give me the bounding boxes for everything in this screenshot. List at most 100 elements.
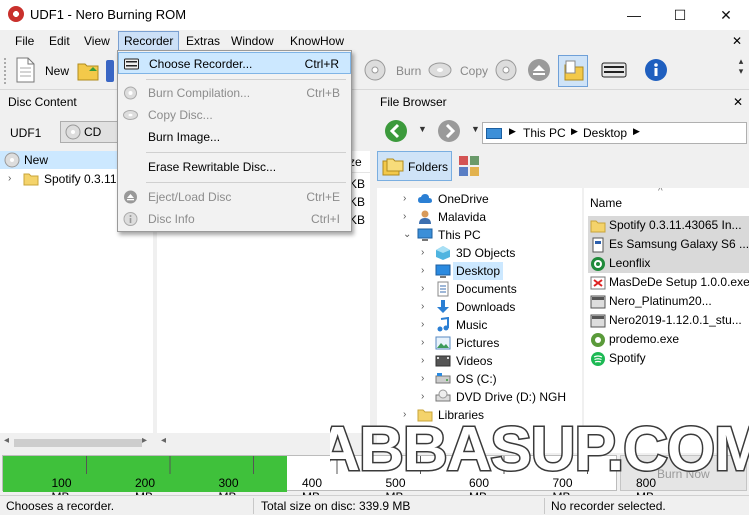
pictures-icon <box>435 336 451 350</box>
menu-edit[interactable]: Edit <box>44 33 75 50</box>
scroll-left-icon[interactable]: ◂ <box>4 435 9 446</box>
folder-tree-item[interactable]: › OneDrive <box>377 190 582 208</box>
chevron-right-icon[interactable]: › <box>421 370 431 388</box>
menu-burn-image[interactable]: Burn Image... <box>118 126 351 148</box>
menu-knowhow[interactable]: KnowHow <box>285 33 349 50</box>
folder-tree-item[interactable]: › Desktop <box>377 262 582 280</box>
folder-icon <box>23 173 39 186</box>
scroll-thumb[interactable] <box>14 439 142 447</box>
choose-recorder-icon[interactable] <box>601 61 627 79</box>
file-list-label: Nero2019-1.12.0.1_stu... <box>609 313 742 327</box>
folder-tree-label: 3D Objects <box>456 246 516 260</box>
status-recorder: No recorder selected. <box>551 499 666 513</box>
address-bar[interactable]: ▶ This PC ▶ Desktop ▶ <box>482 122 747 144</box>
folder-icon <box>590 220 606 233</box>
scroll-left-icon[interactable]: ◂ <box>161 435 166 446</box>
breadcrumb-desktop[interactable]: Desktop <box>583 126 627 140</box>
file-list-item[interactable]: Nero_Platinum20... <box>588 292 749 311</box>
folder-tree-label: Videos <box>456 354 493 368</box>
menu-window[interactable]: Window <box>226 33 279 50</box>
file-list-item[interactable]: Nero2019-1.12.0.1_stu... <box>588 311 749 330</box>
chevron-right-icon[interactable]: › <box>403 190 413 208</box>
open-folder-icon[interactable] <box>76 58 100 82</box>
file-list-item[interactable]: MasDeDe Setup 1.0.0.exe <box>588 273 749 292</box>
folder-tree-item[interactable]: › Documents <box>377 280 582 298</box>
folder-tree-item[interactable]: › Music <box>377 316 582 334</box>
toolbar-overflow-icon[interactable]: ▴ ▾ <box>735 56 747 86</box>
breadcrumb-this-pc[interactable]: This PC <box>523 126 566 140</box>
save-icon[interactable] <box>106 60 114 82</box>
menu-copy-disc[interactable]: Copy Disc... <box>118 104 351 126</box>
folder-tree-item[interactable]: › OS (C:) <box>377 370 582 388</box>
menu-view[interactable]: View <box>79 33 115 50</box>
file-list-label: Nero_Platinum20... <box>609 294 712 308</box>
chevron-right-icon[interactable]: › <box>8 170 18 188</box>
folder-tree-item[interactable]: › 3D Objects <box>377 244 582 262</box>
menu-eject-load[interactable]: Eject/Load Disc Ctrl+E <box>118 186 351 208</box>
forward-arrow-icon[interactable] <box>437 119 461 143</box>
chevron-right-icon[interactable]: › <box>421 352 431 370</box>
back-arrow-icon[interactable] <box>384 119 408 143</box>
chevron-right-icon[interactable]: › <box>421 280 431 298</box>
documents-icon <box>437 281 449 297</box>
menu-file[interactable]: File <box>10 33 39 50</box>
folder-tree-item[interactable]: › Downloads <box>377 298 582 316</box>
forward-dropdown-icon[interactable]: ▼ <box>471 124 480 134</box>
file-list-label: MasDeDe Setup 1.0.0.exe <box>609 275 749 289</box>
file-list-item[interactable]: Es Samsung Galaxy S6 ... <box>588 235 749 254</box>
watermark: ABBASUP.COM <box>314 402 749 492</box>
chevron-down-icon[interactable]: ⌄ <box>403 226 413 244</box>
nero-setup-icon <box>590 314 606 328</box>
file-list-item[interactable]: Spotify <box>588 349 749 368</box>
file-list-label: Spotify 0.3.11.43065 In... <box>609 218 742 232</box>
close-panel-icon[interactable]: ✕ <box>733 91 743 113</box>
close-window-button[interactable]: ✕ <box>703 0 749 30</box>
chevron-right-icon[interactable]: › <box>421 262 431 280</box>
folders-view-button[interactable]: Folders <box>377 151 452 181</box>
menu-burn-compilation[interactable]: Burn Compilation... Ctrl+B <box>118 82 351 104</box>
svg-text:ABBASUP.COM: ABBASUP.COM <box>330 415 749 484</box>
history-dropdown-icon[interactable]: ▼ <box>418 124 427 134</box>
menu-extras[interactable]: Extras <box>181 33 225 50</box>
chevron-right-icon[interactable]: › <box>421 244 431 262</box>
mdi-close-icon[interactable]: ✕ <box>727 33 747 50</box>
name-column-header[interactable]: Name <box>590 196 622 210</box>
new-button[interactable]: New <box>45 64 69 78</box>
chevron-right-icon[interactable]: › <box>421 298 431 316</box>
chevron-right-icon[interactable]: › <box>403 208 413 226</box>
disc-tree-hscroll[interactable]: ◂ ▸ <box>0 433 153 453</box>
menu-separator <box>146 152 346 153</box>
file-list-item[interactable]: prodemo.exe <box>588 330 749 349</box>
disc-type-dropdown[interactable]: CD <box>60 121 118 143</box>
disc-info-icon[interactable] <box>495 59 517 81</box>
file-list-label: prodemo.exe <box>609 332 680 346</box>
menu-recorder[interactable]: Recorder <box>118 31 180 51</box>
folder-tree-item[interactable]: › Pictures <box>377 334 582 352</box>
minimize-button[interactable]: — <box>611 0 657 30</box>
about-info-icon[interactable] <box>644 58 668 82</box>
status-divider <box>544 498 545 514</box>
chevron-right-icon[interactable]: › <box>421 334 431 352</box>
copy-button[interactable]: Copy <box>460 64 488 78</box>
folder-tree-item[interactable]: › Malavida <box>377 208 582 226</box>
cube-icon <box>436 246 450 260</box>
chevron-right-icon[interactable]: › <box>421 316 431 334</box>
file-list-item[interactable]: Leonflix <box>588 254 749 273</box>
file-browser-toggle[interactable] <box>558 55 588 87</box>
thumbnail-view-icon[interactable] <box>458 155 480 177</box>
sort-ascending-icon: ^ <box>658 188 663 197</box>
folder-tree-item[interactable]: › Videos <box>377 352 582 370</box>
file-list-item[interactable]: Spotify 0.3.11.43065 In... <box>588 216 749 235</box>
menu-choose-recorder[interactable]: Choose Recorder... Ctrl+R <box>118 52 351 74</box>
file-list-label: Es Samsung Galaxy S6 ... <box>609 237 749 251</box>
maximize-button[interactable]: ☐ <box>657 0 703 30</box>
scroll-right-icon[interactable]: ▸ <box>142 435 147 446</box>
copy-disc-icon[interactable] <box>428 59 452 81</box>
new-document-icon[interactable] <box>14 57 36 83</box>
menu-disc-info[interactable]: Disc Info Ctrl+I <box>118 208 351 230</box>
eject-icon[interactable] <box>527 58 551 82</box>
burn-icon[interactable] <box>364 59 386 81</box>
menu-erase-rewritable[interactable]: Erase Rewritable Disc... <box>118 156 351 178</box>
folder-tree-item[interactable]: ⌄ This PC <box>377 226 582 244</box>
burn-button[interactable]: Burn <box>396 64 421 78</box>
